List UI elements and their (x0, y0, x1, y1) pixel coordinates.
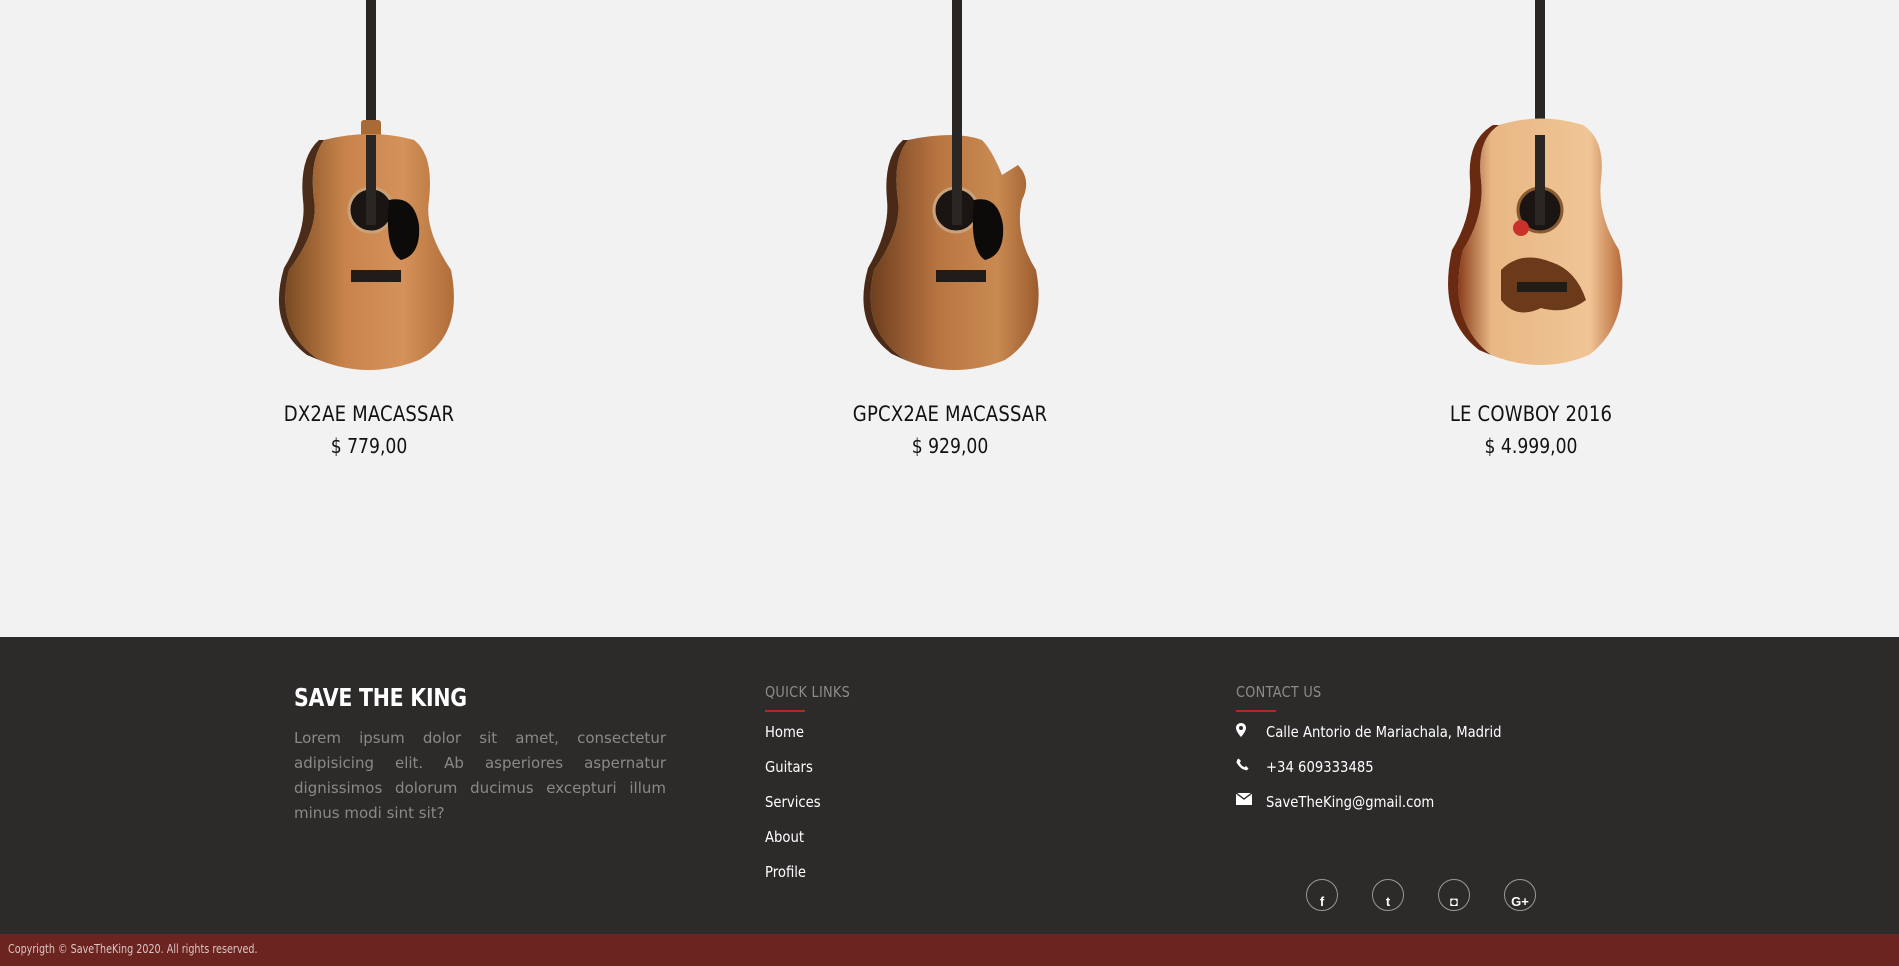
phone-text[interactable]: +34 609333485 (1266, 758, 1374, 776)
guitar-dreadnought-image[interactable] (189, 0, 549, 380)
guitar-cutaway-image[interactable] (770, 0, 1130, 380)
facebook-icon[interactable]: f (1306, 879, 1338, 911)
heading-divider (765, 710, 805, 712)
brand-title: SAVE THE KING (294, 683, 467, 712)
site-footer: SAVE THE KING Lorem ipsum dolor sit amet… (0, 637, 1899, 934)
contact-address: Calle Antorio de Mariachala, Madrid (1236, 723, 1636, 758)
heading-divider (1236, 710, 1276, 712)
quick-links: QUICK LINKS Home Guitars Services About … (765, 683, 1065, 898)
guitar-cowboy-image[interactable] (1351, 0, 1711, 380)
link-label[interactable]: Services (765, 793, 821, 811)
product-price: $ 4.999,00 (1484, 434, 1578, 458)
product-price: $ 929,00 (911, 434, 989, 458)
link-label[interactable]: About (765, 828, 804, 846)
footer-link-profile[interactable]: Profile (765, 863, 1065, 898)
product-name[interactable]: LE COWBOY 2016 (1376, 402, 1686, 426)
product-name[interactable]: GPCX2AE MACASSAR (795, 402, 1105, 426)
contact-list: Calle Antorio de Mariachala, Madrid +34 … (1235, 723, 1636, 828)
footer-link-guitars[interactable]: Guitars (765, 758, 1065, 793)
product-card[interactable]: GPCX2AE MACASSAR $ 929,00 (770, 0, 1130, 458)
contact-email[interactable]: SaveTheKing@gmail.com (1235, 792, 1636, 828)
social-links: f t ◘ G+ (1306, 879, 1536, 911)
link-label[interactable]: Profile (765, 863, 806, 881)
footer-link-services[interactable]: Services (765, 793, 1065, 828)
phone-icon (1236, 758, 1264, 775)
address-text: Calle Antorio de Mariachala, Madrid (1266, 723, 1502, 741)
quick-links-list: Home Guitars Services About Profile (765, 723, 1065, 898)
footer-link-home[interactable]: Home (765, 723, 1065, 758)
footer-link-about[interactable]: About (765, 828, 1065, 863)
product-grid: DX2AE MACASSAR $ 779,00 GPCX2AE MACASSAR… (0, 0, 1899, 637)
contact-us: CONTACT US Calle Antorio de Mariachala, … (1235, 683, 1636, 911)
twitter-icon[interactable]: t (1372, 879, 1404, 911)
product-card[interactable]: DX2AE MACASSAR $ 779,00 (189, 0, 549, 458)
map-marker-icon (1236, 723, 1264, 741)
quick-links-heading: QUICK LINKS (765, 683, 851, 701)
brand-description: Lorem ipsum dolor sit amet, consectetur … (294, 729, 666, 822)
link-label[interactable]: Guitars (765, 758, 813, 776)
product-name[interactable]: DX2AE MACASSAR (214, 402, 524, 426)
email-text[interactable]: SaveTheKing@gmail.com (1266, 793, 1434, 811)
envelope-icon (1235, 792, 1264, 809)
copyright-text: Copyrigth © SaveTheKing 2020. All rights… (8, 942, 258, 956)
google-plus-icon[interactable]: G+ (1504, 879, 1536, 911)
instagram-icon[interactable]: ◘ (1438, 879, 1470, 911)
contact-heading: CONTACT US (1236, 683, 1322, 701)
link-label[interactable]: Home (765, 723, 804, 741)
footer-brand: SAVE THE KING Lorem ipsum dolor sit amet… (294, 683, 666, 826)
contact-phone[interactable]: +34 609333485 (1236, 758, 1636, 793)
copyright-bar: Copyrigth © SaveTheKing 2020. All rights… (0, 934, 1899, 966)
product-card[interactable]: LE COWBOY 2016 $ 4.999,00 (1351, 0, 1711, 458)
product-price: $ 779,00 (330, 434, 408, 458)
